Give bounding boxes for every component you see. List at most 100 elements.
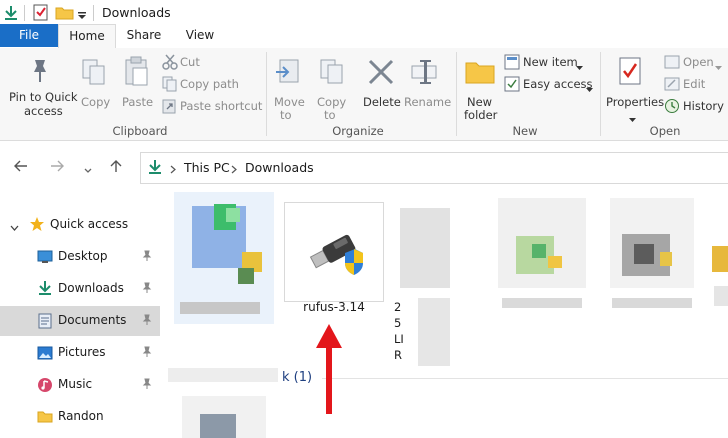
- rename-button[interactable]: Rename: [402, 52, 451, 120]
- paste-label: Paste: [122, 95, 154, 109]
- sidebar-item-label: Desktop: [58, 249, 108, 263]
- rufus-file-tile[interactable]: [284, 202, 384, 302]
- delete-button[interactable]: Delete: [360, 52, 402, 120]
- organize-group-title: Organize: [332, 124, 384, 138]
- sidebar-item-label: Randon: [58, 409, 104, 423]
- breadcrumb-downloads[interactable]: Downloads: [245, 160, 314, 175]
- new-folder-button[interactable]: New folder: [460, 52, 500, 122]
- sidebar-item-label: Documents: [58, 313, 127, 327]
- chevron-down-icon: [629, 112, 636, 126]
- sidebar-item-documents[interactable]: Documents: [0, 306, 160, 336]
- pin-to-quick-access-button[interactable]: Pin to Quick access: [4, 52, 78, 120]
- open-icon: [664, 55, 680, 72]
- forward-arrow-icon[interactable]: [50, 160, 64, 175]
- sidebar-item-desktop[interactable]: Desktop: [0, 242, 160, 272]
- pin-icon[interactable]: [142, 250, 152, 265]
- easy-access-icon: [504, 76, 520, 95]
- blurred-thumbnail: [200, 414, 236, 438]
- ribbon-separator: [266, 52, 267, 136]
- pin-icon[interactable]: [142, 282, 152, 297]
- file-tile[interactable]: [174, 192, 274, 324]
- group-header-count[interactable]: k (1): [282, 370, 312, 385]
- breadcrumb-chevron-icon: [170, 163, 176, 177]
- copy-button[interactable]: Copy: [78, 52, 112, 120]
- blurred-thumbnail: [532, 244, 546, 258]
- move-to-line1: Move: [274, 95, 305, 109]
- blurred-label: [714, 286, 728, 306]
- copy-to-line1: Copy: [317, 95, 347, 109]
- properties-button[interactable]: Properties: [604, 52, 664, 122]
- new-item-icon: [504, 54, 520, 73]
- file-tile[interactable]: [604, 198, 700, 308]
- copy-to-button[interactable]: Copy to: [312, 52, 350, 122]
- rufus-usb-drive-icon: [307, 229, 363, 278]
- properties-label: Properties: [606, 95, 665, 109]
- documents-icon: [38, 313, 52, 332]
- rufus-file-label[interactable]: rufus-3.14: [284, 300, 384, 314]
- pin-icon[interactable]: [142, 314, 152, 329]
- sidebar-item-label: Music: [58, 377, 93, 391]
- partial-filename-text: R: [394, 348, 402, 362]
- sidebar-item-pictures[interactable]: Pictures: [0, 338, 160, 368]
- address-box[interactable]: This PC Downloads: [140, 152, 728, 184]
- tab-file[interactable]: File: [0, 24, 58, 47]
- paste-shortcut-button[interactable]: Paste shortcut: [162, 98, 262, 116]
- blurred-thumbnail: [238, 268, 254, 284]
- blurred-group-header: [168, 368, 278, 382]
- tab-home[interactable]: Home: [58, 24, 116, 50]
- customize-qat-icon[interactable]: [78, 9, 87, 23]
- open-button[interactable]: Open: [664, 54, 726, 72]
- move-to-icon: [274, 58, 302, 89]
- history-button[interactable]: History: [664, 98, 726, 116]
- download-icon: [38, 280, 52, 299]
- rename-icon: [410, 58, 440, 89]
- sidebar-item-randon[interactable]: Randon: [0, 402, 160, 432]
- new-item-button[interactable]: New item: [504, 54, 594, 72]
- blurred-label: [612, 298, 692, 308]
- sidebar-item-music[interactable]: Music: [0, 370, 160, 400]
- copy-path-button[interactable]: Copy path: [162, 76, 262, 94]
- expand-chevron-icon[interactable]: [10, 220, 19, 234]
- recent-locations-chevron-icon[interactable]: [84, 163, 92, 177]
- title-divider-2: [93, 5, 94, 21]
- file-tile[interactable]: 2 5 LI R: [394, 208, 456, 368]
- paste-button[interactable]: Paste: [118, 52, 156, 120]
- tab-view[interactable]: View: [176, 24, 224, 47]
- pin-icon[interactable]: [142, 378, 152, 393]
- up-arrow-icon[interactable]: [110, 159, 122, 176]
- file-tile[interactable]: [712, 230, 728, 310]
- open-group-title: Open: [649, 124, 681, 138]
- copy-to-icon: [318, 58, 346, 89]
- new-folder-icon: [465, 60, 495, 87]
- blurred-thumbnail: [400, 208, 450, 288]
- tab-share[interactable]: Share: [120, 24, 168, 47]
- breadcrumb-chevron-icon: [231, 163, 237, 177]
- file-tile[interactable]: [492, 198, 588, 308]
- window-title: Downloads: [102, 5, 171, 20]
- easy-access-button[interactable]: Easy access: [504, 76, 599, 94]
- copy-to-line2: to: [324, 108, 336, 122]
- sidebar-item-downloads[interactable]: Downloads: [0, 274, 160, 304]
- cut-button[interactable]: Cut: [162, 54, 262, 72]
- properties-icon: [618, 56, 644, 89]
- new-folder-qat-icon[interactable]: [55, 5, 74, 23]
- breadcrumb-this-pc[interactable]: This PC: [184, 160, 230, 175]
- quick-access-download-icon[interactable]: [4, 5, 18, 24]
- pin-icon: [30, 58, 50, 87]
- file-tile[interactable]: [176, 396, 272, 438]
- move-to-button[interactable]: Move to: [270, 52, 306, 122]
- properties-qat-icon[interactable]: [33, 4, 49, 24]
- music-icon: [37, 377, 53, 396]
- ribbon-separator: [456, 52, 457, 136]
- file-list: rufus-3.14 2 5 LI R k (1): [160, 190, 728, 438]
- blurred-thumbnail: [548, 256, 562, 268]
- copy-icon: [81, 58, 107, 89]
- paste-shortcut-icon: [162, 98, 178, 117]
- edit-label: Edit: [683, 77, 706, 91]
- sidebar-item-quick-access[interactable]: Quick access: [0, 210, 160, 240]
- pin-icon[interactable]: [142, 346, 152, 361]
- ribbon-separator: [600, 52, 601, 136]
- back-arrow-icon[interactable]: [14, 160, 28, 175]
- sidebar-item-label: Quick access: [50, 217, 129, 231]
- edit-button[interactable]: Edit: [664, 76, 724, 94]
